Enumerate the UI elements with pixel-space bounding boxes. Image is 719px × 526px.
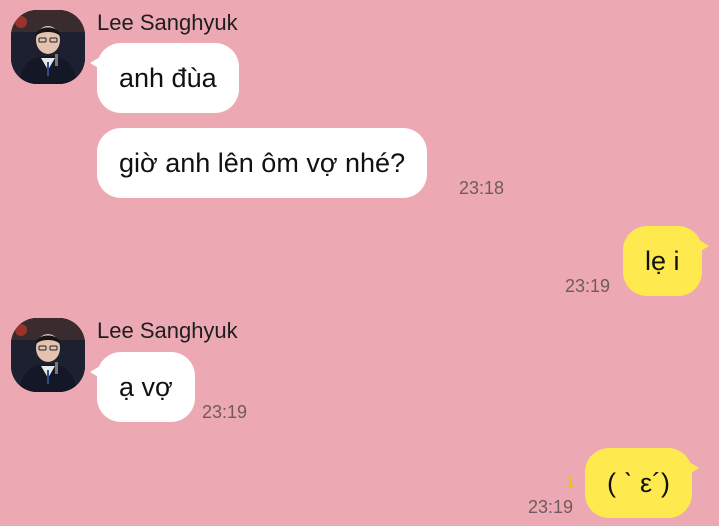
message-timestamp: 23:19 [202, 402, 248, 422]
message-bubble[interactable]: lẹ i [623, 226, 708, 296]
message-bubble[interactable]: ạ vợ [90, 352, 195, 422]
sender-name: Lee Sanghyuk [97, 10, 238, 35]
message-timestamp: 23:19 [528, 497, 574, 517]
profile-photo-icon [11, 10, 85, 84]
unread-count: 1 [566, 474, 575, 491]
message-timestamp: 23:18 [459, 178, 505, 198]
avatar-lee-sanghyuk[interactable] [11, 10, 85, 84]
message-bubble[interactable]: anh đùa [90, 43, 239, 113]
sender-name: Lee Sanghyuk [97, 318, 238, 343]
message-bubble[interactable]: ( ˋ ε´) [585, 448, 700, 518]
message-bubble[interactable]: giờ anh lên ôm vợ nhé? [97, 128, 428, 198]
profile-photo-icon [11, 318, 85, 392]
message-timestamp: 23:19 [565, 276, 611, 296]
avatar-lee-sanghyuk[interactable] [11, 318, 85, 392]
